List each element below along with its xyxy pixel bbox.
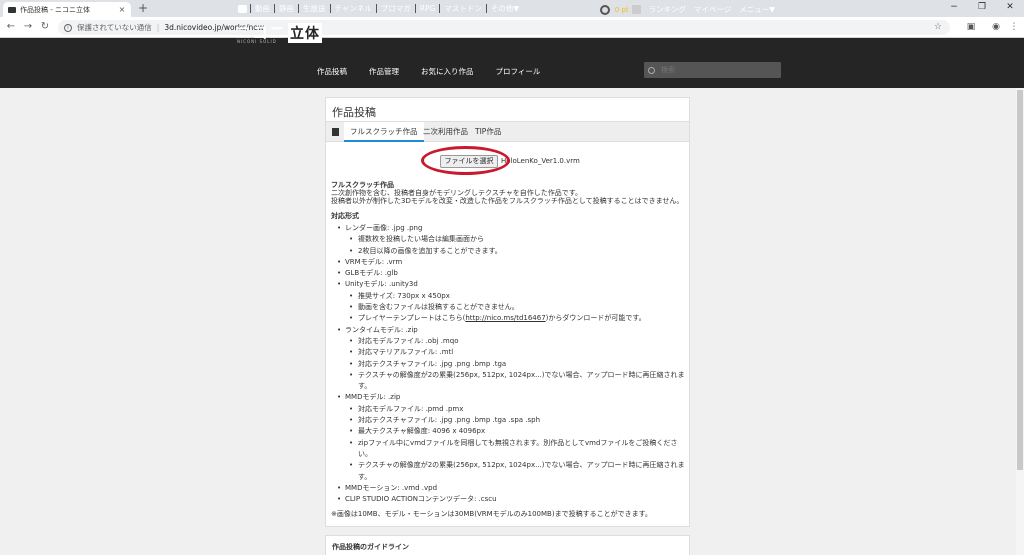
user-nav: 0 pt ランキング マイページ メニュー▼ bbox=[599, 4, 779, 15]
reload-icon[interactable]: ↻ bbox=[38, 20, 52, 34]
back-icon[interactable]: ← bbox=[4, 20, 18, 34]
logo-subtitle: NICONI SOLID bbox=[237, 39, 277, 44]
maximize-button[interactable]: ❐ bbox=[968, 0, 996, 15]
list-item: ランタイムモデル: .zip 対応モデルファイル: .obj .mqo 対応マテ… bbox=[331, 325, 686, 393]
list-item: MMDモーション: .vmd .vpd bbox=[331, 483, 686, 495]
list-item: 対応モデルファイル: .pmd .pmx bbox=[345, 404, 686, 416]
service-link-other[interactable]: その他▼ bbox=[485, 4, 523, 13]
search-input[interactable] bbox=[661, 66, 771, 74]
logo-box-text: 立体 bbox=[288, 23, 323, 43]
nav-profile[interactable]: プロフィール bbox=[496, 66, 541, 77]
service-link-channel[interactable]: チャンネル bbox=[329, 4, 376, 13]
tab-full-scratch[interactable]: フルスクラッチ作品 bbox=[344, 122, 424, 142]
list-item: 対応テクスチャファイル: .jpg .png .bmp .tga .spa .s… bbox=[345, 415, 686, 427]
list-item: VRMモデル: .vrm bbox=[331, 257, 686, 269]
work-type-tabs: フルスクラッチ作品 二次利用作品 TIP作品 bbox=[326, 122, 689, 142]
formats-title: 対応形式 bbox=[331, 212, 359, 220]
list-item: 動画を含むファイルは投稿することができません。 bbox=[345, 302, 686, 314]
browser-tab[interactable]: 作品投稿 - ニコニ立体 × bbox=[3, 2, 131, 17]
size-note: ※画像は10MB、モデル・モーションは30MB(VRMモデルのみ100MB)まで… bbox=[331, 510, 652, 519]
extension-icon[interactable]: ▣ bbox=[965, 21, 977, 33]
mypage-link[interactable]: マイページ bbox=[690, 4, 735, 15]
notification-icon[interactable] bbox=[631, 5, 641, 14]
service-link-mastodon[interactable]: マストドン bbox=[439, 4, 486, 13]
list-item-continued: 2枚目以降の画像を追加することができます。 bbox=[345, 246, 686, 258]
description-line: 二次創作物を含む、投稿者自身がモデリングしテクスチャを自作した作品です。 bbox=[331, 189, 583, 197]
favicon-icon bbox=[8, 6, 16, 13]
list-item: テクスチャの解像度が2の累乗(256px, 512px, 1024px...)で… bbox=[345, 460, 686, 483]
ranking-link[interactable]: ランキング bbox=[645, 4, 690, 15]
tab-derivative[interactable]: 二次利用作品 bbox=[417, 122, 474, 142]
service-link-blomaga[interactable]: ブロマガ bbox=[375, 4, 415, 13]
description-line: 投稿者以外が制作した3Dモデルを改変・改造した作品をフルスクラッチ作品として投稿… bbox=[331, 197, 684, 205]
browser-menu-icon[interactable]: ⋮ bbox=[1008, 21, 1020, 33]
list-item: zipファイル中にvmdファイルを同梱しても無視されます。別作品としてvmdファ… bbox=[345, 438, 686, 461]
list-item: GLBモデル: .glb bbox=[331, 268, 686, 280]
minimize-button[interactable]: − bbox=[940, 0, 968, 15]
section-title: フルスクラッチ作品 bbox=[331, 181, 394, 189]
forward-icon[interactable]: → bbox=[21, 20, 35, 34]
avatar[interactable] bbox=[599, 4, 610, 15]
list-item: Unityモデル: .unity3d 推奨サイズ: 730px x 450px … bbox=[331, 279, 686, 324]
player-template-link[interactable]: http://nico.ms/td16467 bbox=[465, 314, 545, 322]
tab-title: 作品投稿 - ニコニ立体 bbox=[20, 5, 90, 14]
service-link-seiga[interactable]: 静画 bbox=[274, 4, 298, 13]
list-item: 最大テクスチャ解像度: 4096 x 4096px bbox=[345, 426, 686, 438]
niconico-tv-icon[interactable] bbox=[238, 4, 247, 13]
scrollbar-thumb[interactable] bbox=[1017, 90, 1023, 470]
format-list: レンダー画像: .jpg .png 複数枚を投稿したい場合は編集画面から 2枚目… bbox=[331, 223, 686, 506]
list-item: プレイヤーテンプレートはこちら(http://nico.ms/td16467)か… bbox=[345, 313, 686, 325]
service-nav: 動画 静画 生放送 チャンネル ブロマガ RPG マストドン その他▼ bbox=[238, 4, 523, 13]
selected-file-name: HoloLenKo_Ver1.0.vrm bbox=[501, 157, 580, 165]
list-item: MMDモデル: .zip 対応モデルファイル: .pmd .pmx 対応テクスチ… bbox=[331, 392, 686, 482]
highlight-circle bbox=[421, 146, 510, 175]
service-link-video[interactable]: 動画 bbox=[250, 4, 274, 13]
list-item: テクスチャの解像度が2の累乗(256px, 512px, 1024px...)で… bbox=[345, 370, 686, 393]
search-box[interactable] bbox=[644, 62, 781, 78]
security-label: 保護されていない通信 bbox=[77, 23, 152, 32]
description-content: フルスクラッチ作品 二次創作物を含む、投稿者自身がモデリングしテクスチャを自作し… bbox=[331, 181, 686, 518]
nav-manage-works[interactable]: 作品管理 bbox=[369, 66, 399, 77]
file-icon bbox=[332, 128, 339, 136]
close-window-button[interactable]: ✕ bbox=[996, 0, 1024, 15]
nav-favorites[interactable]: お気に入り作品 bbox=[421, 66, 474, 77]
list-item: 複数枚を投稿したい場合は編集画面から bbox=[345, 234, 686, 246]
address-bar-row: ← → ↻ i 保護されていない通信 | 3d.nicovideo.jp/wor… bbox=[0, 17, 1024, 38]
nav-post-work[interactable]: 作品投稿 bbox=[317, 66, 347, 77]
list-item: CLIP STUDIO ACTIONコンテンツデータ: .cscu bbox=[331, 494, 686, 506]
list-item: 対応モデルファイル: .obj .mqo bbox=[345, 336, 686, 348]
list-item: 対応マテリアルファイル: .mtl bbox=[345, 347, 686, 359]
service-link-rpg[interactable]: RPG bbox=[414, 4, 440, 13]
guideline-card: 作品投稿のガイドライン bbox=[325, 535, 690, 555]
info-icon[interactable]: i bbox=[64, 23, 72, 32]
service-link-live[interactable]: 生放送 bbox=[298, 4, 330, 13]
tab-close-icon[interactable]: × bbox=[118, 5, 126, 14]
account-icon[interactable]: ◉ bbox=[990, 21, 1002, 33]
search-icon bbox=[648, 66, 655, 74]
list-item: 推奨サイズ: 730px x 450px bbox=[345, 291, 686, 303]
main-nav: 作品投稿 作品管理 お気に入り作品 プロフィール bbox=[317, 66, 562, 77]
list-item: 対応テクスチャファイル: .jpg .png .bmp .tga bbox=[345, 359, 686, 371]
guideline-title: 作品投稿のガイドライン bbox=[332, 543, 409, 551]
points-badge: 0 pt bbox=[614, 5, 629, 14]
bookmark-star-icon[interactable]: ☆ bbox=[934, 22, 942, 32]
menu-dropdown[interactable]: メニュー▼ bbox=[735, 4, 779, 15]
tab-tip[interactable]: TIP作品 bbox=[469, 122, 507, 142]
new-tab-button[interactable]: + bbox=[138, 1, 148, 16]
url-separator: | bbox=[156, 23, 160, 32]
url-bar[interactable]: i 保護されていない通信 | 3d.nicovideo.jp/works/new… bbox=[58, 20, 950, 35]
list-item: レンダー画像: .jpg .png 複数枚を投稿したい場合は編集画面から 2枚目… bbox=[331, 223, 686, 257]
page-title: 作品投稿 bbox=[332, 106, 376, 119]
site-header bbox=[0, 38, 1024, 88]
